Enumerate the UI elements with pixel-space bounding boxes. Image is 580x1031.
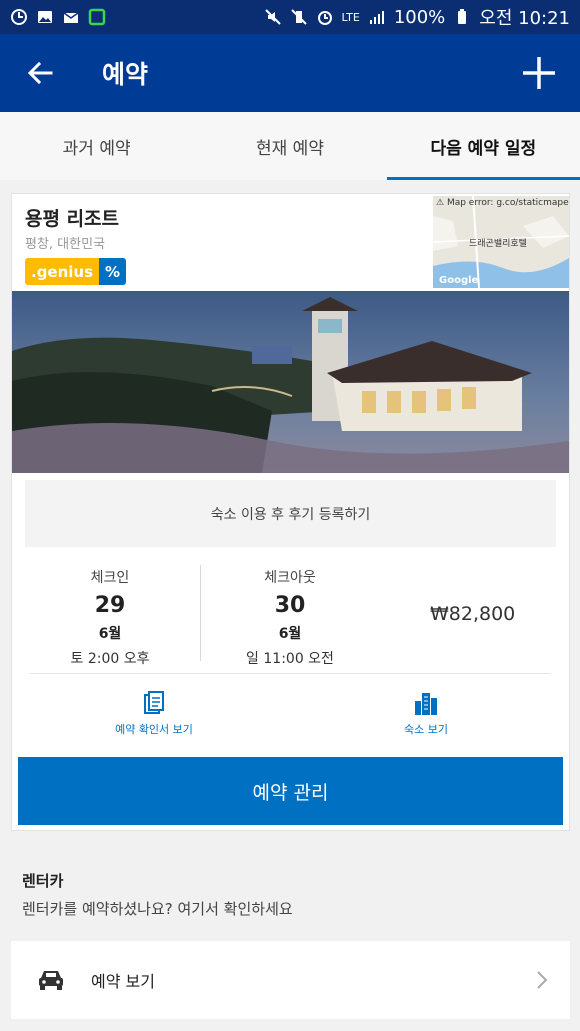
- tab-past[interactable]: 과거 예약: [0, 112, 193, 180]
- google-logo: Google: [439, 275, 479, 286]
- view-confirmation-button[interactable]: 예약 확인서 보기: [54, 691, 254, 737]
- checkout-day: 30: [274, 593, 306, 618]
- car-icon: [39, 971, 63, 990]
- back-button[interactable]: [0, 34, 80, 112]
- gallery-icon: [38, 11, 52, 23]
- view-car-booking-row[interactable]: 예약 보기: [11, 941, 570, 1019]
- map-hotel-label: 드래곤밸리호텔: [469, 239, 527, 249]
- chevron-right-icon: [537, 971, 548, 989]
- checkout-block: 체크아웃 30 6월 일 11:00 오전: [200, 567, 380, 668]
- building-icon: [415, 693, 437, 715]
- mute-icon: [264, 9, 281, 25]
- genius-label: .genius: [25, 258, 100, 285]
- view-confirmation-label: 예약 확인서 보기: [115, 723, 193, 736]
- manage-booking-button[interactable]: 예약 관리: [18, 757, 563, 825]
- hotel-location: 평창, 대한민국: [25, 237, 106, 252]
- sync-icon: [11, 9, 27, 25]
- divider: [30, 673, 551, 674]
- checkin-month: 6월: [98, 626, 122, 642]
- checkout-time: 일 11:00 오전: [246, 651, 334, 667]
- checkin-time: 토 2:00 오후: [70, 651, 150, 667]
- checkin-day: 29: [94, 593, 126, 618]
- car-icon-wrap: [11, 968, 91, 992]
- checkin-block: 체크인 29 6월 토 2:00 오후: [20, 567, 200, 668]
- hotel-photo[interactable]: [12, 291, 569, 473]
- genius-badge: .genius %: [25, 258, 127, 285]
- battery-percent: 100%: [393, 6, 446, 28]
- map-error-text: ⚠ Map error: g.co/staticmaperror: [436, 198, 569, 208]
- tab-bar: 과거 예약 현재 예약 다음 예약 일정: [0, 112, 580, 180]
- view-property-label: 숙소 보기: [404, 723, 448, 736]
- rental-car-title: 렌터카: [22, 872, 64, 890]
- booking-card: 용평 리조트 평창, 대한민국 .genius % ⚠ Map error: g…: [11, 193, 570, 831]
- map-thumbnail[interactable]: ⚠ Map error: g.co/staticmaperror 드래곤밸리호텔…: [433, 196, 569, 288]
- vibrate-off-icon: [290, 9, 307, 25]
- hotel-photo-image: [12, 291, 569, 473]
- tab-upcoming[interactable]: 다음 예약 일정: [386, 112, 580, 180]
- signal-icon: [369, 11, 384, 24]
- tab-current[interactable]: 현재 예약: [193, 112, 386, 180]
- map-error-label: Map error: g.co/staticmaperror: [446, 198, 569, 208]
- add-button[interactable]: [498, 34, 580, 112]
- write-review-button[interactable]: 숙소 이용 후 후기 등록하기: [25, 480, 556, 547]
- hotel-name[interactable]: 용평 리조트: [25, 204, 119, 231]
- checkout-label: 체크아웃: [264, 570, 316, 586]
- view-car-booking-label: 예약 보기: [91, 972, 155, 991]
- arrow-left-icon: [27, 61, 53, 85]
- booking-dates: 체크인 29 6월 토 2:00 오후 체크아웃 30 6월 일 11:00 오…: [12, 557, 569, 667]
- status-bar: LTE 100% 오전 10:21: [0, 0, 580, 34]
- alarm-icon: [317, 11, 332, 25]
- page-title: 예약: [102, 60, 149, 89]
- mail-icon: [63, 12, 79, 23]
- app-bar: 예약: [0, 34, 580, 112]
- plus-icon: [523, 57, 555, 89]
- genius-percent-icon: %: [99, 258, 127, 285]
- network-type: LTE: [341, 10, 360, 24]
- view-property-button[interactable]: 숙소 보기: [326, 691, 526, 737]
- clock: 오전 10:21: [479, 8, 570, 29]
- booking-price: ₩82,800: [430, 603, 516, 625]
- checkin-label: 체크인: [90, 570, 130, 586]
- checkout-month: 6월: [278, 626, 302, 642]
- document-icon: [144, 691, 164, 714]
- rental-car-subtitle: 렌터카를 예약하셨나요? 여기서 확인하세요: [22, 900, 293, 918]
- battery-icon: [458, 9, 467, 24]
- app-notification-icon: [88, 8, 106, 26]
